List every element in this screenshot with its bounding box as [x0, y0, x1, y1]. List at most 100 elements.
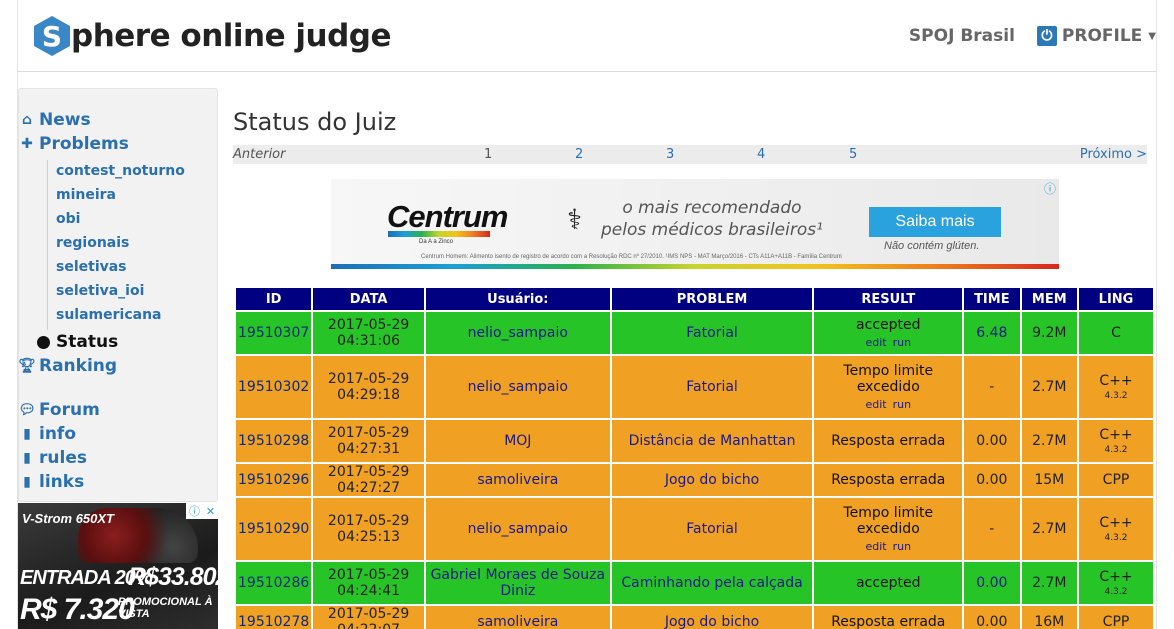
- banner-cta-button[interactable]: Saiba mais: [869, 207, 1001, 237]
- table-row: 19510278 2017-05-29 04:22:07 samoliveira Jo…: [236, 606, 1153, 629]
- run-link[interactable]: run: [893, 398, 911, 411]
- cell-problem-text[interactable]: Fatorial: [686, 379, 738, 395]
- banner-claim: o mais recomendado pelos médicos brasile…: [601, 197, 823, 241]
- edit-link[interactable]: edit: [865, 336, 886, 349]
- cell-id-text[interactable]: 19510298: [238, 433, 309, 449]
- cell-date-text: 2017-05-29 04:27:27: [327, 464, 410, 496]
- cell-problem[interactable]: Fatorial: [611, 356, 813, 418]
- cell-time-text[interactable]: 0.00: [976, 575, 1007, 591]
- cell-id[interactable]: 19510286: [236, 562, 312, 604]
- lang-version: 4.3.2: [1104, 445, 1128, 455]
- cell-time-text[interactable]: 6.48: [976, 325, 1007, 341]
- cell-user-text[interactable]: samoliveira: [477, 614, 558, 629]
- ad-choices[interactable]: ⓘ ✕: [186, 503, 218, 519]
- sidebar-ad[interactable]: V-Strom 650XT ENTRADA 20% R$33.802 R$ 7.…: [18, 503, 218, 629]
- table-row: 19510298 2017-05-29 04:27:31 MOJ Distância …: [236, 420, 1153, 462]
- cell-id[interactable]: 19510298: [236, 420, 312, 462]
- sidebar-subitem-seletiva-ioi[interactable]: seletiva_ioi: [56, 283, 144, 299]
- cell-user[interactable]: MOJ: [425, 420, 610, 462]
- cell-problem-text[interactable]: Fatorial: [686, 521, 738, 537]
- cell-lang: C: [1079, 312, 1153, 354]
- info-icon[interactable]: ⓘ: [1044, 180, 1056, 197]
- edit-link[interactable]: edit: [865, 398, 886, 411]
- cell-date: 2017-05-29 04:27:27: [313, 464, 424, 496]
- run-link[interactable]: run: [893, 336, 911, 349]
- close-icon[interactable]: ✕: [206, 505, 215, 518]
- cell-problem[interactable]: Fatorial: [611, 498, 813, 560]
- cell-id-text[interactable]: 19510290: [238, 521, 309, 537]
- cell-user-text[interactable]: samoliveira: [477, 472, 558, 488]
- cell-id[interactable]: 19510307: [236, 312, 312, 354]
- cell-user[interactable]: Gabriel Moraes de Souza Diniz: [425, 562, 610, 604]
- cell-id-text[interactable]: 19510302: [238, 379, 309, 395]
- cell-user[interactable]: samoliveira: [425, 606, 610, 629]
- pager-page-3[interactable]: 3: [666, 147, 674, 162]
- caret-down-icon[interactable]: ▼: [1148, 31, 1156, 42]
- sidebar-item-rules[interactable]: ▮ rules: [18, 448, 87, 468]
- cell-problem[interactable]: Caminhando pela calçada: [611, 562, 813, 604]
- sidebar-subitem-sulamericana[interactable]: sulamericana: [56, 307, 162, 323]
- cell-id[interactable]: 19510278: [236, 606, 312, 629]
- sidebar-item-label: News: [39, 110, 91, 130]
- sidebar-item-problems[interactable]: ✚ Problems: [18, 134, 129, 154]
- cell-id-text[interactable]: 19510286: [238, 575, 309, 591]
- problems-subnav-rule: [47, 160, 48, 330]
- pagination: Anterior 1 2 3 4 5 Próximo >: [233, 145, 1147, 164]
- edit-link[interactable]: edit: [865, 540, 886, 553]
- cell-user[interactable]: nelio_sampaio: [425, 312, 610, 354]
- cell-user[interactable]: nelio_sampaio: [425, 356, 610, 418]
- sidebar-subitem-mineira[interactable]: mineira: [56, 187, 116, 203]
- cell-id-text[interactable]: 19510278: [238, 614, 309, 629]
- cell-date-text: 2017-05-29 04:25:13: [327, 513, 410, 545]
- sidebar-item-links[interactable]: ▮ links: [18, 472, 84, 492]
- cell-problem-text[interactable]: Jogo do bicho: [665, 614, 759, 629]
- cell-result-text: Resposta errada: [831, 433, 946, 449]
- sidebar-item-news[interactable]: ⌂ News: [18, 110, 91, 130]
- cell-user[interactable]: nelio_sampaio: [425, 498, 610, 560]
- cell-problem[interactable]: Jogo do bicho: [611, 464, 813, 496]
- cell-problem-text[interactable]: Caminhando pela calçada: [621, 575, 802, 591]
- cell-time: -: [964, 356, 1020, 418]
- lang-version: 4.3.2: [1104, 587, 1128, 597]
- sidebar-item-ranking[interactable]: 🏆︎ Ranking: [18, 356, 117, 376]
- cell-user-text[interactable]: MOJ: [504, 433, 531, 449]
- cell-user[interactable]: samoliveira: [425, 464, 610, 496]
- pager-next[interactable]: Próximo >: [1080, 147, 1147, 162]
- cell-mem: 2.7M: [1021, 562, 1078, 604]
- profile-menu[interactable]: PROFILE: [1062, 26, 1142, 46]
- spoj-brasil-link[interactable]: SPOJ Brasil: [909, 26, 1015, 46]
- cell-problem-text[interactable]: Distância de Manhattan: [629, 433, 796, 449]
- cell-problem[interactable]: Jogo do bicho: [611, 606, 813, 629]
- run-link[interactable]: run: [893, 540, 911, 553]
- cell-user-text[interactable]: nelio_sampaio: [468, 379, 568, 395]
- pager-page-5[interactable]: 5: [849, 147, 857, 162]
- cell-time[interactable]: 0.00: [964, 562, 1020, 604]
- cell-id[interactable]: 19510290: [236, 498, 312, 560]
- cell-id-text[interactable]: 19510307: [238, 325, 309, 341]
- cell-id[interactable]: 19510302: [236, 356, 312, 418]
- cell-user-text[interactable]: nelio_sampaio: [468, 325, 568, 341]
- site-logo[interactable]: S phere online judge: [34, 16, 392, 56]
- cell-problem[interactable]: Distância de Manhattan: [611, 420, 813, 462]
- sidebar-item-status[interactable]: Status: [37, 332, 118, 352]
- info-icon[interactable]: ⓘ: [189, 503, 200, 519]
- sidebar-subitem-obi[interactable]: obi: [56, 211, 80, 227]
- cell-mem-text: 2.7M: [1032, 575, 1067, 591]
- cell-time[interactable]: 6.48: [964, 312, 1020, 354]
- pager-page-4[interactable]: 4: [757, 147, 765, 162]
- pager-page-2[interactable]: 2: [575, 147, 583, 162]
- sidebar-item-info[interactable]: ▮ info: [18, 424, 76, 444]
- cell-problem-text[interactable]: Fatorial: [686, 325, 738, 341]
- cell-problem[interactable]: Fatorial: [611, 312, 813, 354]
- cell-id[interactable]: 19510296: [236, 464, 312, 496]
- sidebar-subitem-contest-noturno[interactable]: contest_noturno: [56, 163, 185, 179]
- cell-user-text[interactable]: nelio_sampaio: [468, 521, 568, 537]
- sidebar-subitem-seletivas[interactable]: seletivas: [56, 259, 127, 275]
- cell-id-text[interactable]: 19510296: [238, 472, 309, 488]
- sidebar-item-forum[interactable]: 💬︎ Forum: [18, 400, 100, 420]
- cell-problem-text[interactable]: Jogo do bicho: [665, 472, 759, 488]
- sidebar-subitem-regionais[interactable]: regionais: [56, 235, 129, 251]
- cell-time-text: 0.00: [976, 433, 1008, 449]
- ad-banner[interactable]: Centrum Da A a Zinco ⚕ o mais recomendad…: [331, 179, 1059, 269]
- cell-user-text[interactable]: Gabriel Moraes de Souza Diniz: [431, 567, 605, 599]
